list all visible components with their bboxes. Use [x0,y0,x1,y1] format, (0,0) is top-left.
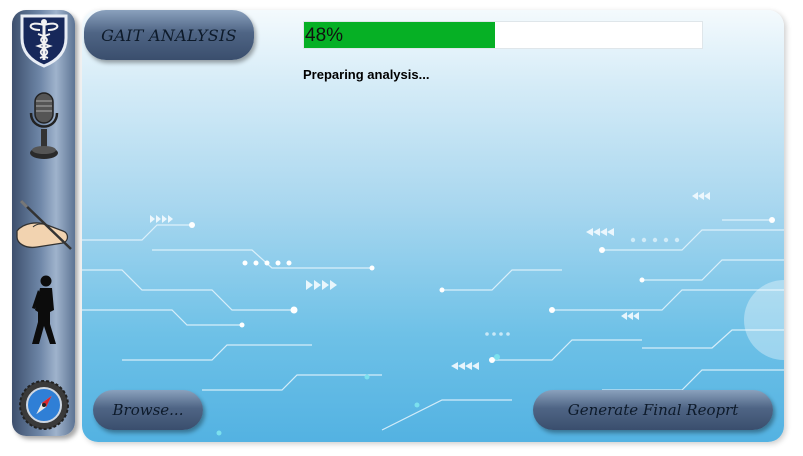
sidebar-item-gait[interactable] [12,272,75,350]
app-title: GAIT ANALYSIS [84,10,254,60]
progress-label: 48% [305,25,344,46]
sidebar [12,10,75,436]
microphone-icon [29,92,58,159]
generate-report-button-label: Generate Final Reoprt [567,401,739,419]
app-title-text: GAIT ANALYSIS [101,25,237,45]
circuit-background [82,192,784,436]
status-text: Preparing analysis... [303,67,430,82]
sidebar-item-medical[interactable] [12,10,75,70]
browse-button[interactable]: Browse... [93,390,203,430]
compass-icon [18,380,69,430]
walking-person-icon [31,275,56,344]
sidebar-item-writing[interactable] [12,190,75,260]
hand-writing-icon [15,199,72,250]
sidebar-item-compass[interactable] [12,376,75,434]
progress-bar: 48% [303,21,703,49]
browse-button-label: Browse... [112,401,184,419]
main-panel [82,10,784,442]
sidebar-item-microphone[interactable] [12,88,75,166]
generate-report-button[interactable]: Generate Final Reoprt [533,390,773,430]
medical-caduceus-icon [20,14,67,68]
